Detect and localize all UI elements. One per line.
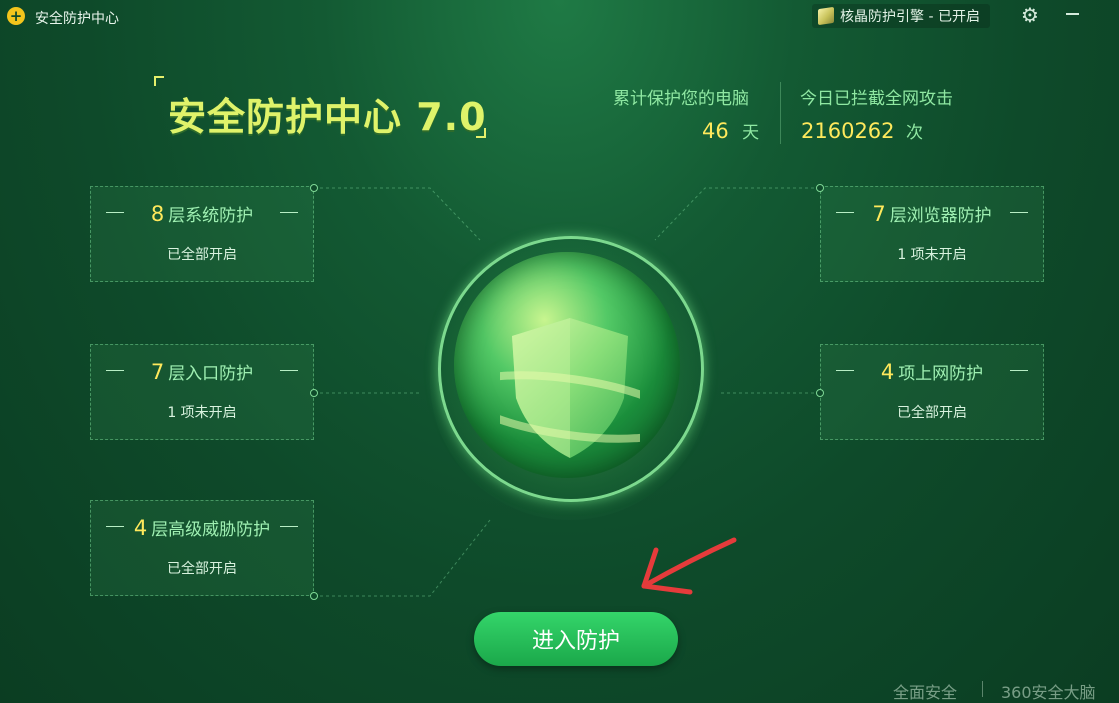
shield-icon (500, 318, 640, 458)
panel-status: 1 项未开启 (897, 247, 967, 263)
connector-dot (310, 184, 318, 192)
panel-title: 4 层高级威胁防护 (91, 515, 313, 540)
panel-entry-protection[interactable]: 7 层入口防护 1 项未开启 (90, 344, 314, 440)
panel-count: 4 (880, 360, 895, 384)
enter-protection-button[interactable]: 进入防护 (474, 612, 678, 666)
footer-left-label: 全面安全 (893, 683, 958, 702)
connector-dot (310, 592, 318, 600)
footer-divider (982, 681, 983, 697)
panel-title: 8 层系统防护 (91, 201, 313, 226)
panel-advanced-threat-protection[interactable]: 4 层高级威胁防护 已全部开启 (90, 500, 314, 596)
panel-count: 7 (872, 202, 886, 226)
panel-browser-protection[interactable]: 7 层浏览器防护 1 项未开启 (820, 186, 1044, 282)
panel-title-text: 层入口防护 (168, 364, 254, 384)
panel-status: 已全部开启 (167, 561, 237, 577)
panel-title: 4 项上网防护 (821, 359, 1043, 384)
panel-count: 7 (150, 360, 165, 384)
panel-count: 4 (133, 516, 148, 540)
panel-system-protection[interactable]: 8 层系统防护 已全部开启 (90, 186, 314, 282)
panel-dash (280, 526, 298, 527)
connector-dot (816, 184, 824, 192)
connector-dot (816, 389, 824, 397)
panel-dash (1010, 370, 1028, 371)
panel-title: 7 层浏览器防护 (821, 201, 1043, 226)
panel-internet-protection[interactable]: 4 项上网防护 已全部开启 (820, 344, 1044, 440)
panel-title-text: 层高级威胁防护 (151, 520, 271, 540)
panel-title-text: 层系统防护 (168, 206, 254, 226)
red-arrow-annotation (641, 537, 737, 595)
protection-orb (410, 230, 730, 530)
connector-dot (310, 389, 318, 397)
panel-dash (280, 212, 298, 213)
panel-status: 1 项未开启 (167, 405, 237, 421)
panel-status: 已全部开启 (897, 405, 967, 421)
panel-title-text: 项上网防护 (898, 364, 984, 384)
panel-status: 已全部开启 (167, 247, 237, 263)
panel-dash (1010, 212, 1028, 213)
footer-right-label[interactable]: 360安全大脑 (1001, 679, 1096, 703)
panel-dash (280, 370, 298, 371)
panel-title: 7 层入口防护 (91, 359, 313, 384)
panel-title-text: 层浏览器防护 (889, 206, 992, 226)
panel-count: 8 (150, 202, 165, 226)
